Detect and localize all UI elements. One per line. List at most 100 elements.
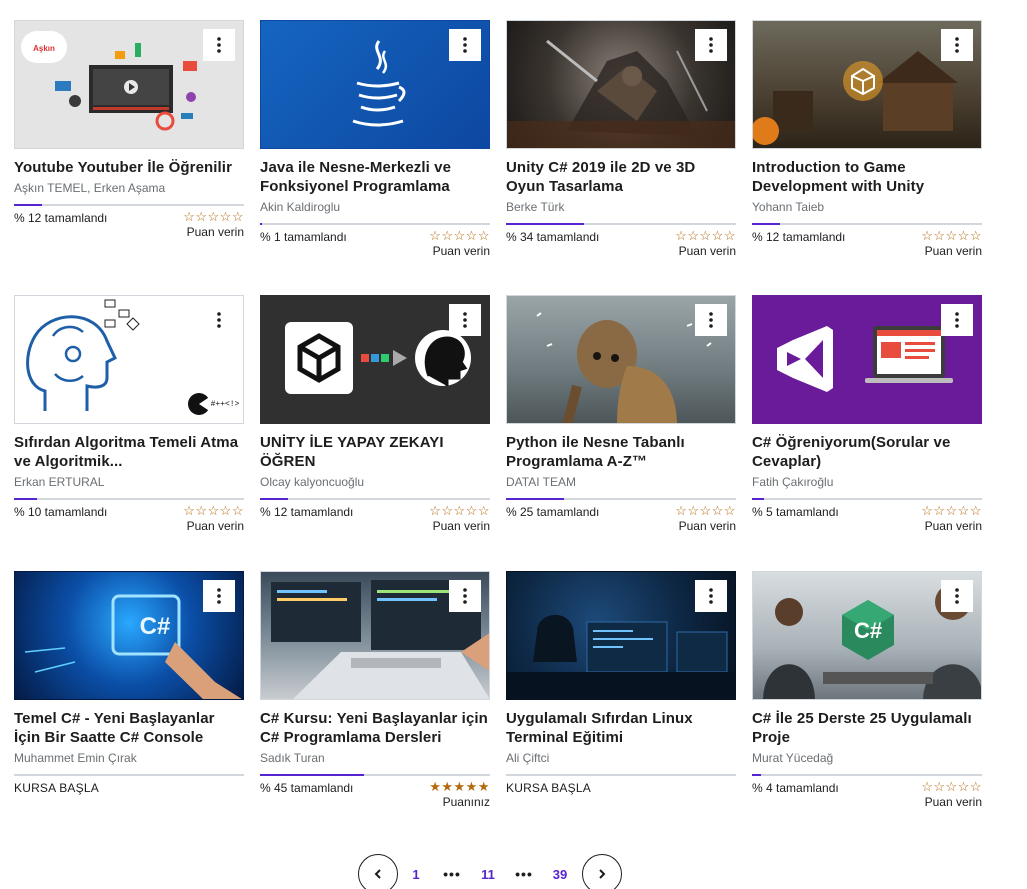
course-options-button[interactable] <box>203 580 235 612</box>
course-options-button[interactable] <box>695 580 727 612</box>
course-options-button[interactable] <box>203 304 235 336</box>
course-options-button[interactable] <box>449 304 481 336</box>
course-options-button[interactable] <box>695 304 727 336</box>
course-options-button[interactable] <box>941 580 973 612</box>
rate-course[interactable]: ☆☆☆☆☆ Puan verin <box>675 504 736 534</box>
course-title[interactable]: Unity C# 2019 ile 2D ve 3D Oyun Tasarlam… <box>506 158 736 196</box>
rate-course[interactable]: ☆☆☆☆☆ Puan verin <box>183 210 244 240</box>
page-link-current[interactable]: 11 <box>470 867 506 882</box>
page-link-first[interactable]: 1 <box>398 867 434 882</box>
course-card[interactable]: #++<!> Sıfırdan Algoritma Temeli Atma ve… <box>14 295 244 534</box>
progress-label: % 25 tamamlandı <box>506 505 600 519</box>
course-thumbnail[interactable]: C# <box>752 571 982 700</box>
rate-label[interactable]: Puan verin <box>183 518 244 534</box>
rate-course[interactable]: ☆☆☆☆☆ Puan verin <box>921 229 982 259</box>
kebab-menu-icon <box>217 37 221 53</box>
rate-course[interactable]: ☆☆☆☆☆ Puan verin <box>921 504 982 534</box>
course-card[interactable]: Unity C# 2019 ile 2D ve 3D Oyun Tasarlam… <box>506 20 736 259</box>
kebab-menu-icon <box>955 312 959 328</box>
course-title[interactable]: Python ile Nesne Tabanlı Programlama A-Z… <box>506 433 736 471</box>
course-options-button[interactable] <box>941 29 973 61</box>
course-card[interactable]: Aşkın Youtube Youtuber İle Öğrenilir Aşk <box>14 20 244 240</box>
star-rating-icon[interactable]: ☆☆☆☆☆ <box>183 210 244 223</box>
star-rating-icon[interactable]: ☆☆☆☆☆ <box>429 504 490 517</box>
previous-page-button[interactable] <box>358 854 398 889</box>
star-rating-icon[interactable]: ☆☆☆☆☆ <box>183 504 244 517</box>
course-title[interactable]: Java ile Nesne-Merkezli ve Fonksiyonel P… <box>260 158 490 196</box>
rate-course[interactable]: ☆☆☆☆☆ Puan verin <box>429 229 490 259</box>
start-course-link[interactable]: KURSA BAŞLA <box>506 780 591 796</box>
course-options-button[interactable] <box>449 580 481 612</box>
course-options-button[interactable] <box>695 29 727 61</box>
course-title[interactable]: Introduction to Game Development with Un… <box>752 158 982 196</box>
course-card[interactable]: C# Temel C# - Yeni Başlayanlar İçin Bir … <box>14 571 244 796</box>
rate-label[interactable]: Puan verin <box>675 243 736 259</box>
rate-course[interactable]: ★★★★★ Puanınız <box>429 780 490 810</box>
pagination-ellipsis: ••• <box>443 866 461 882</box>
course-options-button[interactable] <box>941 304 973 336</box>
course-title[interactable]: Temel C# - Yeni Başlayanlar İçin Bir Saa… <box>14 709 244 747</box>
star-rating-icon[interactable]: ☆☆☆☆☆ <box>675 504 736 517</box>
progress-bar <box>506 774 736 776</box>
star-rating-icon[interactable]: ☆☆☆☆☆ <box>675 229 736 242</box>
rate-label[interactable]: Puan verin <box>921 243 982 259</box>
course-card[interactable]: UNİTY İLE YAPAY ZEKAYI ÖĞREN Olcay kalyo… <box>260 295 490 534</box>
chevron-right-icon <box>599 869 606 879</box>
rate-label[interactable]: Puan verin <box>921 794 982 810</box>
progress-label: % 1 tamamlandı <box>260 230 347 244</box>
course-title[interactable]: C# İle 25 Derste 25 Uygulamalı Proje <box>752 709 982 747</box>
course-author: Sadık Turan <box>260 751 325 765</box>
course-thumbnail[interactable] <box>506 295 736 424</box>
course-card[interactable]: Introduction to Game Development with Un… <box>752 20 982 259</box>
rate-label[interactable]: Puan verin <box>429 243 490 259</box>
star-rating-icon[interactable]: ★★★★★ <box>429 780 490 793</box>
course-thumbnail[interactable] <box>260 20 490 149</box>
course-title[interactable]: UNİTY İLE YAPAY ZEKAYI ÖĞREN <box>260 433 490 471</box>
rate-label[interactable]: Puan verin <box>183 224 244 240</box>
next-page-button[interactable] <box>582 854 622 889</box>
course-author: Murat Yücedağ <box>752 751 834 765</box>
course-options-button[interactable] <box>449 29 481 61</box>
rate-label[interactable]: Puan verin <box>675 518 736 534</box>
star-rating-icon[interactable]: ☆☆☆☆☆ <box>921 504 982 517</box>
course-thumbnail[interactable] <box>260 571 490 700</box>
course-author: Muhammet Emin Çırak <box>14 751 137 765</box>
course-title[interactable]: C# Öğreniyorum(Sorular ve Cevaplar) <box>752 433 982 471</box>
rate-course[interactable]: ☆☆☆☆☆ Puan verin <box>429 504 490 534</box>
course-thumbnail[interactable] <box>752 20 982 149</box>
page-link-last[interactable]: 39 <box>542 867 578 882</box>
course-card[interactable]: C# C# İle 25 Derste 25 Uygulamalı Proje … <box>752 571 982 810</box>
course-thumbnail[interactable] <box>752 295 982 424</box>
course-card[interactable]: Python ile Nesne Tabanlı Programlama A-Z… <box>506 295 736 534</box>
start-course-link[interactable]: KURSA BAŞLA <box>14 780 99 796</box>
progress-label: % 45 tamamlandı <box>260 781 354 795</box>
course-card[interactable]: Uygulamalı Sıfırdan Linux Terminal Eğiti… <box>506 571 736 796</box>
course-options-button[interactable] <box>203 29 235 61</box>
course-card[interactable]: C# Kursu: Yeni Başlayanlar için C# Progr… <box>260 571 490 810</box>
star-rating-icon[interactable]: ☆☆☆☆☆ <box>921 229 982 242</box>
star-rating-icon[interactable]: ☆☆☆☆☆ <box>921 780 982 793</box>
course-thumbnail[interactable]: Aşkın <box>14 20 244 149</box>
star-rating-icon[interactable]: ☆☆☆☆☆ <box>429 229 490 242</box>
rate-course[interactable]: ☆☆☆☆☆ Puan verin <box>921 780 982 810</box>
course-title[interactable]: Youtube Youtuber İle Öğrenilir <box>14 158 244 177</box>
rate-label[interactable]: Puanınız <box>429 794 490 810</box>
rate-label[interactable]: Puan verin <box>921 518 982 534</box>
pagination-ellipsis: ••• <box>515 866 533 882</box>
rate-course[interactable]: ☆☆☆☆☆ Puan verin <box>183 504 244 534</box>
pagination: 1 ••• 11 ••• 39 <box>358 854 622 889</box>
rate-course[interactable]: ☆☆☆☆☆ Puan verin <box>675 229 736 259</box>
course-thumbnail[interactable]: C# <box>14 571 244 700</box>
course-title[interactable]: Uygulamalı Sıfırdan Linux Terminal Eğiti… <box>506 709 736 747</box>
rate-label[interactable]: Puan verin <box>429 518 490 534</box>
course-title[interactable]: Sıfırdan Algoritma Temeli Atma ve Algori… <box>14 433 244 471</box>
course-thumbnail[interactable] <box>506 571 736 700</box>
course-thumbnail[interactable]: #++<!> <box>14 295 244 424</box>
course-card[interactable]: Java ile Nesne-Merkezli ve Fonksiyonel P… <box>260 20 490 259</box>
course-card[interactable]: C# Öğreniyorum(Sorular ve Cevaplar) Fati… <box>752 295 982 534</box>
course-thumbnail[interactable] <box>260 295 490 424</box>
progress-fill <box>260 223 263 225</box>
course-title[interactable]: C# Kursu: Yeni Başlayanlar için C# Progr… <box>260 709 490 747</box>
svg-text:C#: C# <box>854 618 882 643</box>
course-thumbnail[interactable] <box>506 20 736 149</box>
